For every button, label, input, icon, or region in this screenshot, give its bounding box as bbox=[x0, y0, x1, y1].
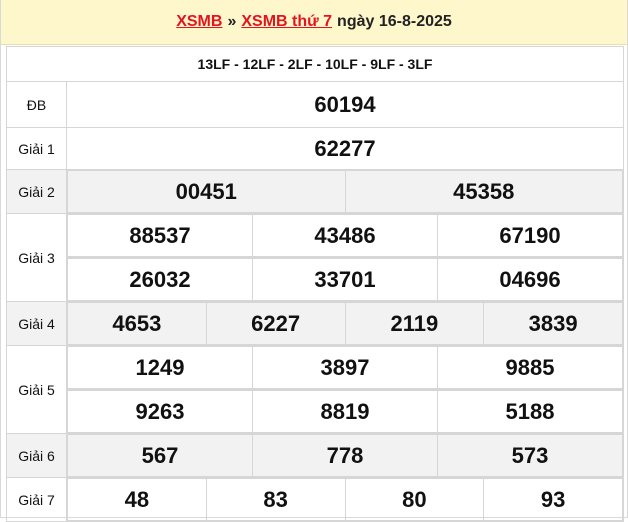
prize-label-g2: Giải 2 bbox=[6, 169, 67, 214]
prize-g5-value: 5188 bbox=[437, 390, 623, 433]
prize-g7-value: 93 bbox=[483, 478, 623, 521]
prize-g2-value: 00451 bbox=[67, 170, 346, 213]
prize-g6-value: 573 bbox=[437, 434, 623, 477]
prize-g7-value: 80 bbox=[344, 478, 485, 521]
prize-label-db: ĐB bbox=[6, 81, 67, 128]
draw-date: ngày 16-8-2025 bbox=[337, 13, 452, 30]
prize-g3-value: 33701 bbox=[252, 258, 438, 301]
xsmb-link[interactable]: XSMB bbox=[176, 13, 222, 31]
prize-g7-value: 83 bbox=[205, 478, 346, 521]
prize-g5-value: 3897 bbox=[252, 346, 438, 389]
prize-g4-value: 6227 bbox=[205, 302, 346, 345]
prize-g5-value: 9885 bbox=[437, 346, 623, 389]
prize-g2-value: 45358 bbox=[344, 170, 623, 213]
prize-label-g4: Giải 4 bbox=[6, 301, 67, 346]
prize-g6-value: 778 bbox=[252, 434, 438, 477]
prize-g5-value: 1249 bbox=[67, 346, 253, 389]
prize-g4-value: 4653 bbox=[67, 302, 207, 345]
prize-label-g5: Giải 5 bbox=[6, 345, 67, 434]
lottery-result-panel: XSMB » XSMB thứ 7 ngày 16-8-2025 13LF - … bbox=[0, 0, 628, 522]
prize-g3-value: 26032 bbox=[67, 258, 253, 301]
ticket-codes: 13LF - 12LF - 2LF - 10LF - 9LF - 3LF bbox=[6, 46, 624, 82]
result-header: XSMB » XSMB thứ 7 ngày 16-8-2025 bbox=[1, 0, 627, 45]
prize-label-g6: Giải 6 bbox=[6, 433, 67, 478]
prize-label-g3: Giải 3 bbox=[6, 213, 67, 302]
xsmb-saturday-link[interactable]: XSMB thứ 7 bbox=[241, 13, 332, 31]
breadcrumb-separator: » bbox=[227, 13, 237, 30]
prize-g3-value: 43486 bbox=[252, 214, 438, 257]
results-table: 13LF - 12LF - 2LF - 10LF - 9LF - 3LF ĐB … bbox=[6, 46, 624, 522]
prize-g5-value: 8819 bbox=[252, 390, 438, 433]
prize-db-value: 60194 bbox=[66, 81, 624, 128]
prize-g6-value: 567 bbox=[67, 434, 253, 477]
prize-g1-value: 62277 bbox=[66, 127, 624, 170]
prize-g7-value: 48 bbox=[67, 478, 207, 521]
prize-g5-value: 9263 bbox=[67, 390, 253, 433]
prize-g4-value: 2119 bbox=[344, 302, 485, 345]
prize-g3-value: 67190 bbox=[437, 214, 623, 257]
prize-label-g7: Giải 7 bbox=[6, 477, 67, 522]
prize-g3-value: 04696 bbox=[437, 258, 623, 301]
prize-g3-value: 88537 bbox=[67, 214, 253, 257]
prize-g4-value: 3839 bbox=[483, 302, 623, 345]
prize-label-g1: Giải 1 bbox=[6, 127, 67, 170]
